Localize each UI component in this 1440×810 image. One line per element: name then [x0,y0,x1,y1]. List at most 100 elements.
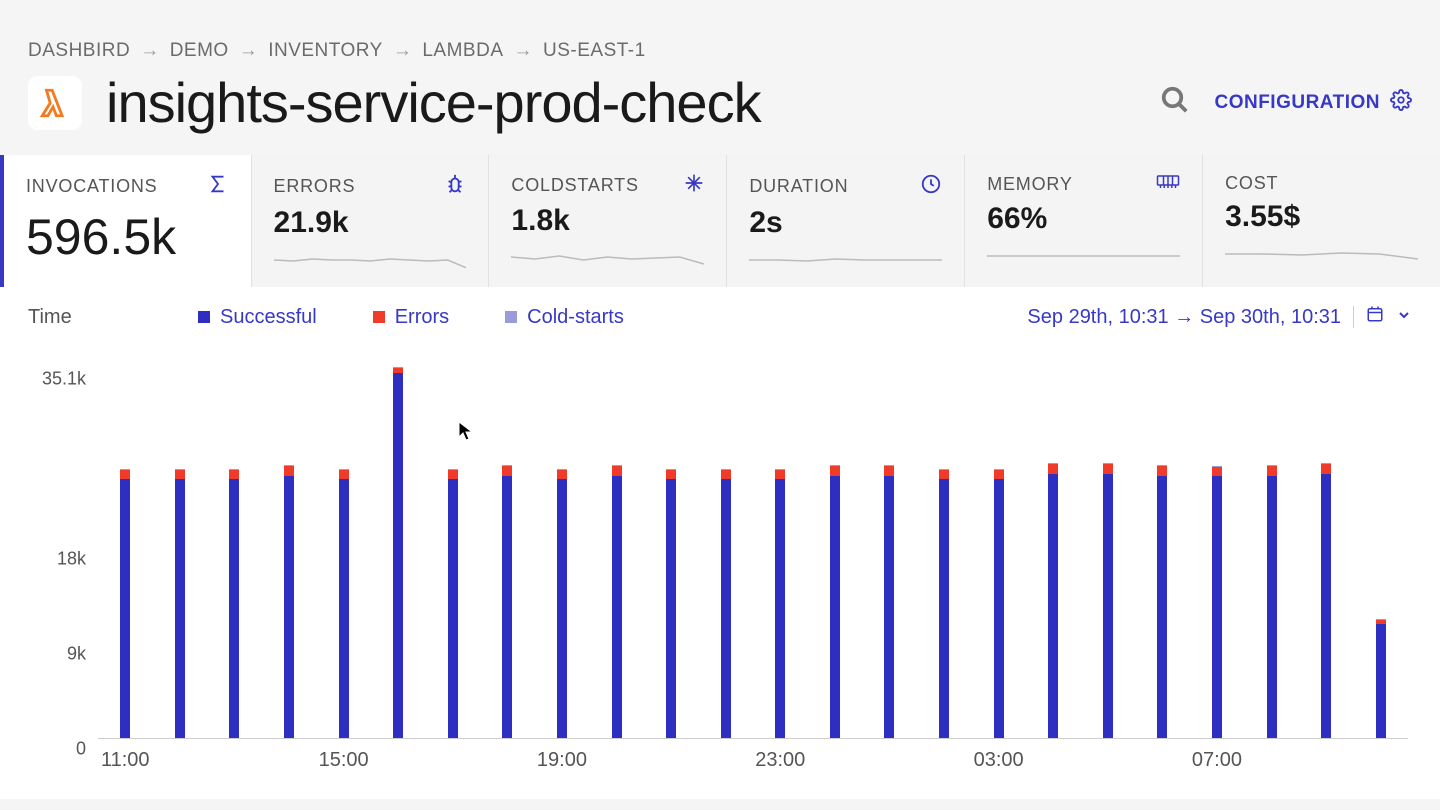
stat-label: DURATION [749,176,848,197]
chip-icon [1156,173,1180,196]
bar[interactable] [393,367,403,738]
x-tick-label: 11:00 [101,749,150,772]
sparkline [987,246,1180,266]
y-tick-label: 35.1k [42,368,86,389]
y-tick-label: 0 [76,739,86,760]
lambda-icon [28,76,82,130]
bar[interactable] [1376,619,1386,738]
legend-label: Successful [220,306,317,329]
bar[interactable] [994,469,1004,738]
legend: Successful Errors Cold-starts [198,306,624,329]
bar[interactable] [1103,463,1113,738]
chevron-right-icon: → [140,40,160,62]
divider [1353,306,1354,328]
stat-label: MEMORY [987,174,1072,195]
bar[interactable] [175,469,185,738]
bar[interactable] [229,469,239,738]
configuration-button[interactable]: CONFIGURATION [1214,89,1412,117]
legend-label: Cold-starts [527,306,624,329]
x-tick-label: 19:00 [537,749,587,772]
y-axis: 09k18k35.1k [28,359,92,739]
bar[interactable] [448,469,458,738]
bar[interactable] [502,465,512,738]
bar[interactable] [120,469,130,738]
bar[interactable] [666,469,676,738]
legend-label: Errors [395,306,449,329]
sparkline [1225,244,1418,264]
chart[interactable]: 0 9k 18k 35.1k 11:00 15:00 19:00 23:00 03:00 07:… [28,359,1412,779]
gear-icon [1390,89,1412,117]
breadcrumb-item[interactable]: LAMBDA [422,40,503,62]
breadcrumb-item[interactable]: DEMO [170,40,229,62]
legend-item-coldstarts[interactable]: Cold-starts [505,306,624,329]
breadcrumb-item[interactable]: INVENTORY [268,40,383,62]
sparkline [274,250,467,270]
x-tick-label: 07:00 [1192,749,1242,772]
x-tick-label: 15:00 [319,749,369,772]
search-icon[interactable] [1160,85,1190,120]
y-tick-label: 18k [57,549,86,570]
breadcrumb-item[interactable]: US-EAST-1 [543,40,646,62]
configuration-label: CONFIGURATION [1214,92,1380,114]
cursor-icon [458,421,474,441]
bar[interactable] [775,469,785,738]
stat-value: 1.8k [511,204,704,238]
stat-label: ERRORS [274,176,356,197]
breadcrumb: DASHBIRD → DEMO → INVENTORY → LAMBDA → U… [0,0,1440,70]
bar[interactable] [1267,465,1277,738]
stat-label: COST [1225,173,1278,194]
bar[interactable] [721,469,731,738]
bar[interactable] [339,469,349,738]
tab-cost[interactable]: COST 3.55$ [1202,155,1440,287]
bar[interactable] [884,465,894,738]
legend-swatch [505,311,517,323]
breadcrumb-item[interactable]: DASHBIRD [28,40,130,62]
x-axis: 11:00 15:00 19:00 23:00 03:00 07:00 [98,743,1408,779]
x-tick-label: 03:00 [974,749,1024,772]
bar[interactable] [1048,463,1058,738]
legend-item-successful[interactable]: Successful [198,306,317,329]
bug-icon [444,173,466,200]
clock-icon [920,173,942,200]
stat-label: COLDSTARTS [511,175,638,196]
date-range-label: Sep 29th, 10:31 → Sep 30th, 10:31 [1027,306,1341,329]
tab-duration[interactable]: DURATION 2s [726,155,964,287]
tab-memory[interactable]: MEMORY 66% [964,155,1202,287]
chevron-right-icon: → [239,40,259,62]
chart-plot[interactable] [98,359,1408,739]
bar[interactable] [1212,466,1222,738]
sigma-icon [207,173,229,200]
x-tick-label: 23:00 [755,749,805,772]
bar[interactable] [1157,465,1167,738]
bar[interactable] [557,469,567,738]
tab-coldstarts[interactable]: COLDSTARTS 1.8k [488,155,726,287]
bar[interactable] [284,465,294,738]
sparkline [511,248,704,268]
stats-row: INVOCATIONS 596.5k ERRORS 21.9k COLDSTAR… [0,155,1440,287]
legend-item-errors[interactable]: Errors [373,306,449,329]
bar[interactable] [612,465,622,738]
time-label: Time [28,306,198,329]
stat-value: 596.5k [26,208,229,266]
stat-value: 2s [749,206,942,240]
bar[interactable] [939,469,949,738]
y-tick-label: 9k [67,644,86,665]
page-title: insights-service-prod-check [106,70,761,135]
stat-value: 66% [987,202,1180,236]
chevron-down-icon [1396,306,1412,329]
chart-header: Time Successful Errors Cold-starts Sep 2… [28,305,1412,329]
calendar-icon [1366,305,1384,329]
stat-value: 21.9k [274,206,467,240]
chevron-right-icon: → [514,40,534,62]
stat-label: INVOCATIONS [26,176,157,197]
date-range-picker[interactable]: Sep 29th, 10:31 → Sep 30th, 10:31 [1027,305,1412,329]
tab-errors[interactable]: ERRORS 21.9k [251,155,489,287]
sparkline [749,250,942,270]
bar[interactable] [1321,463,1331,738]
legend-swatch [198,311,210,323]
snowflake-icon [684,173,704,198]
stat-value: 3.55$ [1225,200,1418,234]
tab-invocations[interactable]: INVOCATIONS 596.5k [0,155,251,287]
chevron-right-icon: → [393,40,413,62]
bar[interactable] [830,465,840,738]
